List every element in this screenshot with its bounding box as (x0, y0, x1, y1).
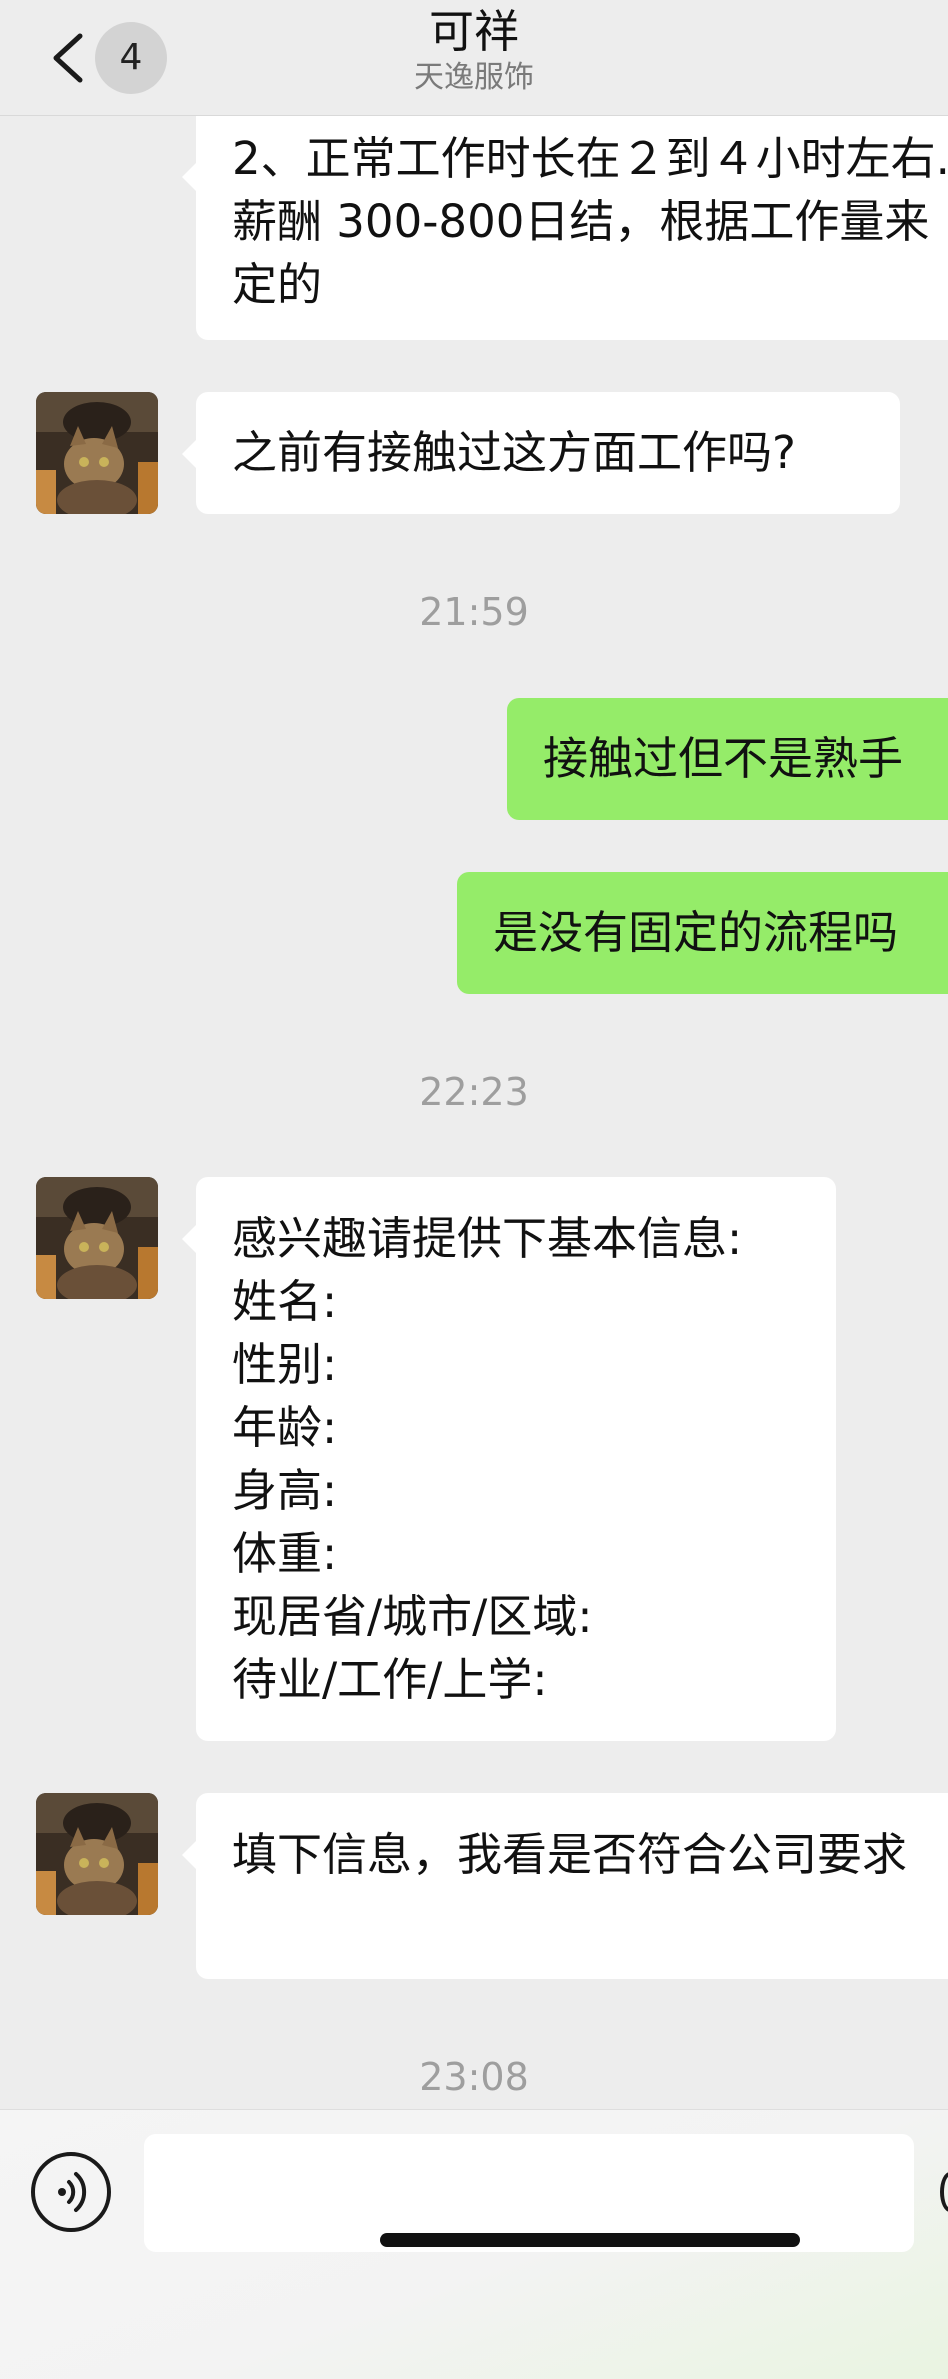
message-bubble-incoming[interactable]: 感兴趣请提供下基本信息: 姓名: 性别: 年龄: 身高: 体重: 现居省/城市/… (182, 1177, 836, 1741)
cat-avatar-image (36, 1177, 158, 1299)
contact-avatar[interactable] (36, 1793, 158, 1915)
message-bubble-incoming[interactable]: 2、正常工作时长在２到４小时左右.薪酬 300-800日结，根据工作量来定的 (182, 115, 948, 340)
voice-button[interactable] (31, 2152, 111, 2232)
contact-avatar[interactable] (36, 1177, 158, 1299)
emoji-icon[interactable] (940, 2172, 948, 2212)
message-bubble-incoming[interactable]: 填下信息，我看是否符合公司要求 (182, 1793, 948, 1979)
voice-icon (58, 2172, 87, 2212)
timestamp: 21:59 (419, 590, 529, 634)
cat-avatar-image (36, 1793, 158, 1915)
contact-avatar[interactable] (36, 392, 158, 514)
chat-subtitle: 天逸服饰 (414, 60, 534, 95)
timestamp: 23:08 (419, 2055, 529, 2099)
message-bubble-outgoing[interactable]: 是没有固定的流程吗 (457, 872, 948, 994)
chat-title[interactable]: 可祥 (0, 2, 948, 62)
home-indicator (380, 2233, 800, 2247)
message-bubble-outgoing[interactable]: 接触过但不是熟手 (507, 698, 948, 820)
timestamp: 22:23 (419, 1070, 529, 1114)
message-bubble-incoming[interactable]: 之前有接触过这方面工作吗? (182, 392, 900, 514)
cat-avatar-image (36, 392, 158, 514)
chat-header: 4 可祥 天逸服饰 (0, 0, 948, 116)
